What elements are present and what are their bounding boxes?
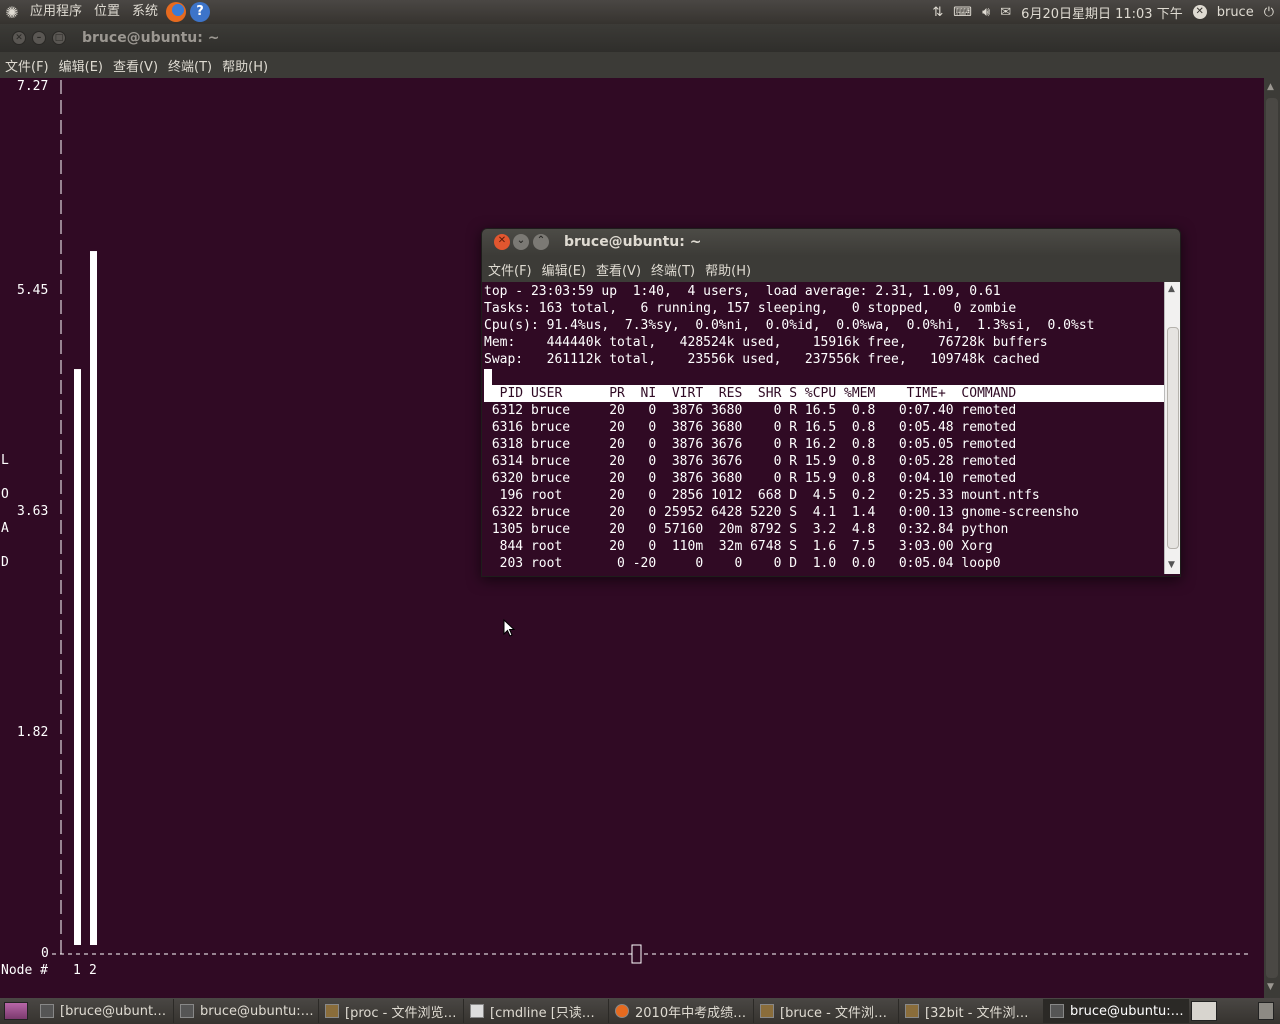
trash-icon[interactable] [1258,1002,1274,1020]
keyboard-icon[interactable]: ⌨ [953,5,972,20]
process-row: 203 root 0 -20 0 0 0 D 1.0 0.0 0:05.04 l… [484,556,1001,571]
process-row: 6318 bruce 20 0 3876 3676 0 R 16.2 0.8 0… [484,437,1017,452]
scroll-thumb[interactable] [1266,98,1278,978]
clock[interactable]: 6月20日星期日 11:03 下午 [1021,3,1183,22]
taskbar-item-label: [bruce - 文件浏… [780,1005,888,1021]
taskbar-item-label: [32bit - 文件浏… [925,1005,1029,1021]
process-table-header: PID USER PR NI VIRT RES SHR S %CPU %MEM … [484,385,1164,402]
user-status-icon[interactable]: ✕ [1192,5,1207,19]
menu-view[interactable]: 查看(V) [108,56,163,75]
menu-file[interactable]: 文件(F) [483,260,537,279]
scroll-down-icon[interactable]: ▼ [1267,982,1277,992]
maximize-button[interactable]: □ [52,31,66,45]
main-scrollbar[interactable]: ▲ ▼ [1264,78,1280,998]
process-row: 6316 bruce 20 0 3876 3680 0 R 16.5 0.8 0… [484,420,1017,435]
taskbar-item-label: [proc - 文件浏览… [345,1005,457,1021]
mail-icon[interactable]: ✉ [1000,5,1011,20]
taskbar-item-label: 2010年中考成绩… [635,1005,747,1021]
applications-menu[interactable]: 应用程序 [24,0,88,24]
mem-summary-line: Mem: 444440k total, 428524k used, 15916k… [484,335,1048,350]
menu-view[interactable]: 查看(V) [591,260,646,279]
maximize-button[interactable]: ⌃ [533,234,549,250]
folder-icon [760,1004,774,1018]
terminal-icon [180,1004,194,1018]
taskbar-item[interactable]: 2010年中考成绩… [609,999,754,1023]
process-row: 1305 bruce 20 0 57160 20m 8792 S 3.2 4.8… [484,522,1009,537]
taskbar-item[interactable]: bruce@ubuntu:… [174,999,319,1023]
help-icon[interactable]: ? [190,2,211,22]
process-row: 844 root 20 0 110m 32m 6748 S 1.6 7.5 3:… [484,539,993,554]
menu-help[interactable]: 帮助(H) [217,56,273,75]
places-menu[interactable]: 位置 [88,0,126,24]
menu-edit[interactable]: 编辑(E) [54,56,108,75]
main-menubar: 文件(F) 编辑(E) 查看(V) 终端(T) 帮助(H) [0,52,1280,78]
scroll-up-icon[interactable]: ▲ [1168,284,1175,294]
taskbar-item[interactable]: [bruce - 文件浏… [754,999,899,1023]
menu-terminal[interactable]: 终端(T) [646,260,700,279]
process-row: 6320 bruce 20 0 3876 3680 0 R 15.9 0.8 0… [484,471,1017,486]
minimize-button[interactable]: ⌄ [513,234,529,250]
folder-icon [325,1004,339,1018]
process-row: 6312 bruce 20 0 3876 3680 0 R 16.5 0.8 0… [484,403,1017,418]
top-terminal-area[interactable]: top - 23:03:59 up 1:40, 4 users, load av… [482,282,1164,576]
process-table-header-text: PID USER PR NI VIRT RES SHR S %CPU %MEM … [484,386,1017,401]
system-menu[interactable]: 系统 [126,0,164,24]
taskbar-item-label: bruce@ubuntu:… [200,1003,314,1019]
text-cursor [631,944,642,964]
cpu-summary-line: Cpu(s): 91.4%us, 7.3%sy, 0.0%ni, 0.0%id,… [484,318,1095,333]
terminal-icon [1050,1004,1064,1018]
top-window-titlebar[interactable]: ✕ ⌄ ⌃ bruce@ubuntu: ~ [482,229,1180,256]
scroll-up-icon[interactable]: ▲ [1267,82,1277,92]
network-icon[interactable]: ⇅ [932,5,943,20]
close-button[interactable]: ✕ [494,234,510,250]
top-summary-line: top - 23:03:59 up 1:40, 4 users, load av… [484,284,1001,299]
process-row: 6322 bruce 20 0 25952 6428 5220 S 4.1 1.… [484,505,1079,520]
minimize-button[interactable]: – [32,31,46,45]
taskbar-item[interactable]: [32bit - 文件浏… [899,999,1044,1023]
ubuntu-logo-icon[interactable]: ✺ [0,3,24,22]
process-row: 6314 bruce 20 0 3876 3676 0 R 15.9 0.8 0… [484,454,1017,469]
taskbar-item[interactable]: [cmdline [只读… [464,999,609,1023]
menu-file[interactable]: 文件(F) [0,56,54,75]
taskbar-item[interactable]: [bruce@ubunt… [34,999,174,1023]
main-window-titlebar[interactable]: ✕ – □ bruce@ubuntu: ~ [0,24,1280,52]
bottom-taskbar: [bruce@ubunt… bruce@ubuntu:… [proc - 文件浏… [0,998,1280,1024]
process-row: 196 root 20 0 2856 1012 668 D 4.5 0.2 0:… [484,488,1040,503]
folder-icon [905,1004,919,1018]
text-editor-icon [470,1004,484,1018]
tasks-summary-line: Tasks: 163 total, 6 running, 157 sleepin… [484,301,1017,316]
firefox-icon [615,1004,629,1018]
load-bar-node-2 [90,251,97,946]
window-title: bruce@ubuntu: ~ [82,30,220,46]
user-name[interactable]: bruce [1217,5,1254,20]
volume-icon[interactable]: 🔊︎ [982,5,990,20]
menu-terminal[interactable]: 终端(T) [163,56,217,75]
text-cursor [484,369,492,385]
mouse-pointer-icon [503,619,515,637]
window-title: bruce@ubuntu: ~ [564,234,702,250]
taskbar-item-label: [bruce@ubunt… [60,1003,167,1019]
menu-help[interactable]: 帮助(H) [700,260,756,279]
top-menubar: 文件(F) 编辑(E) 查看(V) 终端(T) 帮助(H) [482,256,1180,282]
top-panel: ✺ 应用程序 位置 系统 ? ⇅ ⌨ 🔊︎ ✉ 6月20日星期日 11:03 下… [0,0,1280,24]
load-bar-node-1 [74,369,81,945]
close-button[interactable]: ✕ [12,31,26,45]
power-icon[interactable]: ⏻ [1264,5,1274,20]
taskbar-item-label: bruce@ubuntu:… [1070,1003,1184,1019]
scroll-down-icon[interactable]: ▼ [1168,560,1175,570]
menu-edit[interactable]: 编辑(E) [537,260,591,279]
taskbar-item-label: [cmdline [只读… [490,1005,595,1021]
show-desktop-icon[interactable] [4,1002,28,1020]
scroll-thumb[interactable] [1167,327,1179,549]
top-terminal-window[interactable]: ✕ ⌄ ⌃ bruce@ubuntu: ~ 文件(F) 编辑(E) 查看(V) … [481,228,1181,577]
taskbar-item[interactable]: [proc - 文件浏览… [319,999,464,1023]
workspace-switcher[interactable] [1191,1001,1217,1021]
swap-summary-line: Swap: 261112k total, 23556k used, 237556… [484,352,1040,367]
taskbar-item-active[interactable]: bruce@ubuntu:… [1044,999,1189,1023]
firefox-icon[interactable] [166,2,187,22]
top-scrollbar[interactable]: ▲ ▼ [1164,282,1180,574]
terminal-icon [40,1004,54,1018]
